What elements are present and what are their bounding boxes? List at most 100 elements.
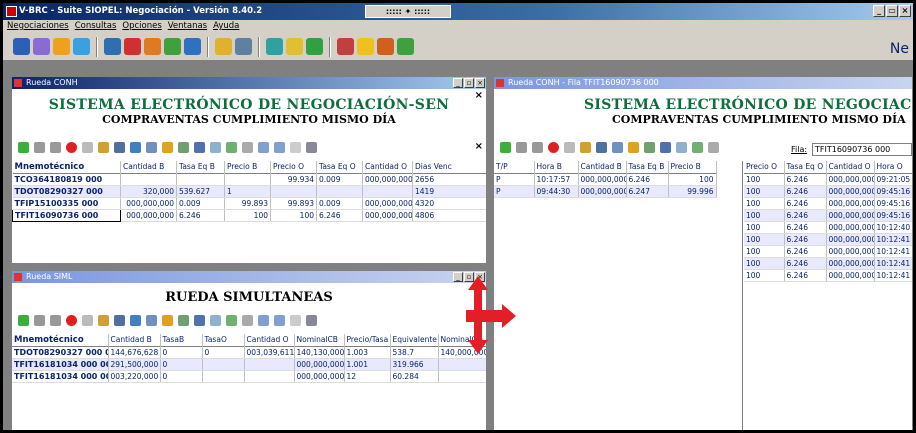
close-icon[interactable]: × bbox=[475, 141, 483, 152]
hand-icon[interactable] bbox=[564, 142, 575, 153]
table-cell[interactable]: 0.009 bbox=[176, 197, 225, 210]
menu-consultas[interactable]: Consultas bbox=[75, 20, 117, 33]
doc-icon[interactable] bbox=[290, 315, 301, 326]
funnel-icon[interactable] bbox=[242, 142, 253, 153]
table-cell[interactable]: 99.893 bbox=[224, 197, 271, 210]
minus-icon[interactable] bbox=[532, 142, 543, 153]
report-icon[interactable] bbox=[33, 38, 50, 55]
table-cell[interactable]: 09:45:16 bbox=[874, 185, 912, 198]
table-row[interactable]: TDOT08290327 000 320,000 539.627 1 1419 bbox=[12, 185, 486, 198]
table-cell[interactable] bbox=[224, 173, 271, 186]
table-cell[interactable]: 6.247 bbox=[626, 185, 669, 198]
grid-icon[interactable] bbox=[130, 315, 141, 326]
favorites-icon[interactable] bbox=[357, 38, 374, 55]
offers-table[interactable]: Precio O Tasa Eq O Cantidad O Hora O 100… bbox=[744, 161, 912, 282]
users-icon[interactable] bbox=[144, 38, 161, 55]
close-button[interactable]: × bbox=[899, 5, 911, 17]
layout-icon[interactable] bbox=[146, 142, 157, 153]
table-icon[interactable] bbox=[660, 142, 671, 153]
table-cell[interactable]: 000,000,000 bbox=[120, 209, 177, 222]
table-cell[interactable]: 538.7 bbox=[390, 346, 439, 359]
column-header[interactable]: NominalCB bbox=[294, 334, 345, 346]
globe-icon[interactable] bbox=[184, 38, 201, 55]
zoom-in-icon[interactable] bbox=[258, 315, 269, 326]
table-cell[interactable]: 10:12:41 bbox=[874, 245, 912, 258]
calendar-icon[interactable] bbox=[73, 38, 90, 55]
table-cell[interactable]: 6.246 bbox=[784, 197, 827, 210]
menu-ayuda[interactable]: Ayuda bbox=[213, 20, 239, 33]
table-cell[interactable] bbox=[362, 185, 413, 198]
cog-icon[interactable] bbox=[210, 315, 221, 326]
tools-icon[interactable] bbox=[337, 38, 354, 55]
refresh-icon[interactable] bbox=[13, 38, 30, 55]
table-cell[interactable]: 100 bbox=[744, 221, 785, 234]
stop-icon[interactable] bbox=[548, 142, 559, 153]
table-row[interactable]: TCO364180819 000 99.934 0.009 000,000,000 26… bbox=[12, 173, 486, 186]
column-header[interactable]: Cantidad O bbox=[244, 334, 295, 346]
table-cell[interactable]: 000,000,000 bbox=[826, 221, 875, 234]
minimize-button[interactable]: _ bbox=[873, 5, 885, 17]
table-cell[interactable]: TCO364180819 000 bbox=[12, 173, 121, 186]
close-icon[interactable]: × bbox=[475, 90, 483, 101]
column-header[interactable]: Precio B bbox=[668, 161, 717, 173]
table-cell[interactable]: 000,000,000 bbox=[578, 185, 627, 198]
table-cell[interactable]: 100 bbox=[224, 209, 271, 222]
branch-icon[interactable] bbox=[226, 142, 237, 153]
column-header[interactable]: Precio O bbox=[270, 161, 317, 173]
table-cell[interactable]: 003,220,000 bbox=[108, 370, 161, 383]
table-cell[interactable]: 000,000,000 bbox=[826, 269, 875, 282]
save-icon[interactable] bbox=[114, 142, 125, 153]
check-icon[interactable] bbox=[98, 142, 109, 153]
table-row-selected[interactable]: TFIT16090736 000 000,000,000 6.246 100 100 6.… bbox=[12, 208, 486, 222]
filter-icon[interactable] bbox=[266, 38, 283, 55]
table-row[interactable]: 100 6.246 000,000,000 10:12:40 bbox=[744, 221, 912, 234]
column-header[interactable]: TasaO bbox=[202, 334, 245, 346]
pane-divider[interactable] bbox=[742, 161, 743, 430]
table-cell[interactable]: 100 bbox=[744, 173, 785, 186]
table-cell[interactable]: 6.246 bbox=[784, 209, 827, 222]
stop-icon[interactable] bbox=[66, 315, 77, 326]
column-header[interactable]: Tasa Eq O bbox=[316, 161, 363, 173]
column-header[interactable]: Precio B bbox=[224, 161, 271, 173]
column-header[interactable]: Tasa Eq B bbox=[176, 161, 225, 173]
table-cell[interactable]: 000,000,000 bbox=[826, 173, 875, 186]
table-row[interactable]: 100 6.246 000,000,000 09:21:05 bbox=[744, 173, 912, 186]
add-icon[interactable] bbox=[18, 315, 29, 326]
table-cell[interactable]: TDOT08290327 000 002 T bbox=[12, 346, 109, 359]
column-header[interactable]: TasaB bbox=[160, 334, 203, 346]
table-cell[interactable]: TFIT16181034 000 001 T bbox=[12, 358, 109, 371]
grid-icon[interactable] bbox=[104, 38, 121, 55]
table-cell[interactable]: 100 bbox=[270, 209, 317, 222]
chart-icon[interactable] bbox=[178, 142, 189, 153]
table-cell[interactable]: 99.893 bbox=[270, 197, 317, 210]
chart-icon[interactable] bbox=[164, 38, 181, 55]
funnel-icon[interactable] bbox=[708, 142, 719, 153]
table-cell[interactable] bbox=[438, 370, 486, 383]
table-icon[interactable] bbox=[194, 142, 205, 153]
check-icon[interactable] bbox=[580, 142, 591, 153]
menu-opciones[interactable]: Opciones bbox=[122, 20, 161, 33]
table-cell[interactable]: 6.246 bbox=[176, 209, 225, 222]
table-row[interactable]: TFIT16181034 000 003 T003,220,0000 000,00… bbox=[12, 370, 486, 383]
hand-icon[interactable] bbox=[82, 315, 93, 326]
bids-table[interactable]: T/P Hora B Cantidad B Tasa Eq B Precio B… bbox=[494, 161, 717, 198]
diamond-icon[interactable] bbox=[628, 142, 639, 153]
save-icon[interactable] bbox=[596, 142, 607, 153]
table-cell[interactable]: 000,000,000 bbox=[826, 233, 875, 246]
column-header[interactable]: Equivalente bbox=[390, 334, 439, 346]
chart-icon[interactable] bbox=[178, 315, 189, 326]
column-header[interactable]: Precio/Tasa bbox=[344, 334, 391, 346]
table-cell[interactable]: 144,676,628 bbox=[108, 346, 161, 359]
grid-icon[interactable] bbox=[130, 142, 141, 153]
table-cell[interactable]: 000,000,000 bbox=[826, 209, 875, 222]
doc-icon[interactable] bbox=[290, 142, 301, 153]
table-cell[interactable]: 0 bbox=[160, 370, 203, 383]
exit-icon[interactable] bbox=[397, 38, 414, 55]
table-cell[interactable]: 000,000,000 bbox=[826, 257, 875, 270]
table-cell[interactable]: 0.009 bbox=[316, 197, 363, 210]
table-row[interactable]: 100 6.246 000,000,000 10:12:41 bbox=[744, 245, 912, 258]
table-cell[interactable]: 1.001 bbox=[344, 358, 391, 371]
table-cell[interactable]: 003,039,611 bbox=[244, 346, 295, 359]
menu-negociaciones[interactable]: Negociaciones bbox=[7, 20, 69, 33]
table-row[interactable]: 100 6.246 000,000,000 10:12:41 bbox=[744, 233, 912, 246]
